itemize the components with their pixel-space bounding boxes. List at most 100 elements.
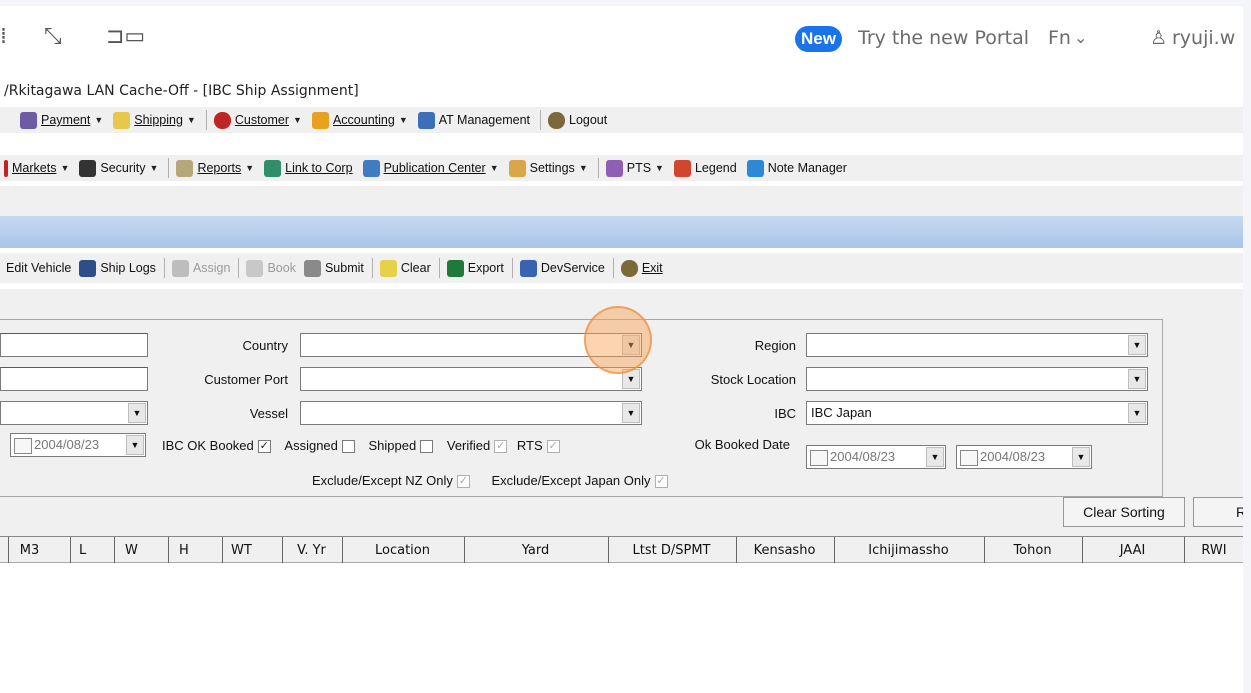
verified-checkbox[interactable]: ✓ bbox=[494, 440, 508, 454]
fn-menu-label[interactable]: Fn bbox=[1048, 25, 1071, 51]
column-header[interactable]: M3 bbox=[8, 537, 50, 564]
left-select[interactable]: ▼ bbox=[0, 401, 148, 425]
menu-reports[interactable]: Reports ▼ bbox=[176, 159, 254, 177]
menu-legend[interactable]: Legend bbox=[673, 159, 737, 177]
column-header[interactable]: Location bbox=[342, 537, 462, 564]
exclude-japan-checkbox[interactable]: ✓ bbox=[654, 475, 668, 489]
column-header[interactable]: JAAI bbox=[1082, 537, 1182, 564]
menu-at-management[interactable]: AT Management bbox=[417, 111, 530, 129]
chevron-down-icon[interactable]: ⌄ bbox=[1074, 25, 1087, 51]
assigned-checkbox[interactable] bbox=[341, 440, 355, 454]
menu-security[interactable]: Security ▼ bbox=[79, 159, 158, 177]
menu-payment[interactable]: Payment ▼ bbox=[20, 111, 103, 129]
column-header[interactable]: RWI bbox=[1184, 537, 1243, 564]
edit-vehicle-button[interactable]: Edit Vehicle bbox=[6, 261, 71, 275]
shipping-icon bbox=[113, 111, 131, 129]
logout-icon bbox=[548, 111, 565, 129]
column-header[interactable]: Kensasho bbox=[736, 537, 832, 564]
try-portal-link[interactable]: Try the new Portal bbox=[858, 25, 1029, 51]
text-field-1[interactable] bbox=[0, 333, 148, 357]
exclude-checkboxes: Exclude/Except NZ Only ✓ Exclude/Except J… bbox=[312, 473, 668, 489]
menu-accounting[interactable]: Accounting ▼ bbox=[311, 111, 408, 129]
column-header[interactable]: Tohon bbox=[984, 537, 1080, 564]
menu-label: Logout bbox=[569, 113, 608, 127]
vessel-select[interactable]: ▼ bbox=[300, 401, 642, 425]
grid-body[interactable] bbox=[0, 563, 1243, 693]
clear-button[interactable]: Clear bbox=[379, 259, 431, 277]
export-button[interactable]: Export bbox=[446, 259, 504, 277]
column-header[interactable]: V. Yr bbox=[282, 537, 340, 564]
assigned-label: Assigned bbox=[284, 438, 338, 453]
menu-label: Legend bbox=[694, 161, 737, 175]
menu-publication-center[interactable]: Publication Center ▼ bbox=[362, 159, 499, 177]
column-header[interactable]: H bbox=[168, 537, 220, 564]
expand-icon[interactable]: ⤡ bbox=[44, 24, 62, 50]
shipped-checkbox[interactable] bbox=[420, 440, 434, 454]
menu-customer[interactable]: Customer ▼ bbox=[213, 111, 302, 129]
ok-booked-date-to-value: 2004/08/23 bbox=[980, 449, 1046, 464]
exit-button[interactable]: Exit bbox=[620, 259, 663, 277]
date-checkbox[interactable] bbox=[810, 449, 828, 466]
ok-booked-date-from-picker[interactable]: 2004/08/23 ▼ bbox=[806, 445, 946, 469]
ship-logs-button[interactable]: Ship Logs bbox=[79, 259, 156, 277]
submit-button[interactable]: Submit bbox=[303, 259, 364, 277]
partial-icon: ⁞ bbox=[0, 24, 7, 49]
customer-port-select[interactable]: ▼ bbox=[300, 367, 642, 391]
chevron-down-icon[interactable]: ▼ bbox=[126, 435, 144, 455]
devservice-icon bbox=[519, 259, 537, 277]
column-header[interactable]: Ichijimassho bbox=[834, 537, 982, 564]
chevron-down-icon[interactable]: ▼ bbox=[926, 447, 944, 467]
menu-shipping[interactable]: Shipping ▼ bbox=[113, 111, 196, 129]
column-header[interactable]: Ltst D/SPMT bbox=[608, 537, 734, 564]
menu-markets[interactable]: Markets ▼ bbox=[4, 159, 69, 177]
menu-pts[interactable]: PTS ▼ bbox=[605, 159, 664, 177]
ibc-ok-booked-checkbox[interactable]: ✓ bbox=[257, 440, 271, 454]
ok-booked-date-to-picker[interactable]: 2004/08/23 ▼ bbox=[956, 445, 1092, 469]
ok-booked-date-from-value: 2004/08/23 bbox=[830, 449, 896, 464]
date-checkbox[interactable] bbox=[960, 449, 978, 466]
export-icon bbox=[446, 259, 464, 277]
chevron-down-icon[interactable]: ▼ bbox=[128, 403, 146, 423]
column-header[interactable]: W bbox=[114, 537, 166, 564]
user-name[interactable]: ryuji.w bbox=[1172, 25, 1235, 51]
grid-header: M3 L W H WT V. Yr Location Yard Ltst D/S… bbox=[0, 536, 1243, 564]
reports-icon bbox=[176, 159, 194, 177]
chevron-down-icon[interactable]: ▼ bbox=[1128, 335, 1146, 355]
menu-logout[interactable]: Logout bbox=[548, 111, 608, 129]
chevron-down-icon[interactable]: ▼ bbox=[622, 403, 640, 423]
text-field-2[interactable] bbox=[0, 367, 148, 391]
form-header-band bbox=[0, 216, 1243, 248]
r-button[interactable]: R bbox=[1193, 497, 1243, 527]
book-button[interactable]: Book bbox=[246, 259, 296, 277]
devservice-button[interactable]: DevService bbox=[519, 259, 605, 277]
assign-button[interactable]: Assign bbox=[171, 259, 230, 277]
menu-settings[interactable]: Settings ▼ bbox=[508, 159, 588, 177]
exclude-nz-checkbox[interactable]: ✓ bbox=[456, 475, 470, 489]
clear-sorting-button[interactable]: Clear Sorting bbox=[1063, 497, 1185, 527]
date-checkbox[interactable] bbox=[14, 437, 32, 454]
stock-location-select[interactable]: ▼ bbox=[806, 367, 1148, 391]
ibc-label: IBC bbox=[774, 406, 796, 421]
menu-label: Publication Center bbox=[383, 161, 486, 175]
button-label: Book bbox=[267, 261, 296, 275]
monitor-icon[interactable]: ⊐▭ bbox=[106, 24, 145, 50]
menu-link-to-corp[interactable]: Link to Corp bbox=[264, 159, 353, 177]
chevron-down-icon[interactable]: ▼ bbox=[1128, 403, 1146, 423]
user-icon[interactable]: ♙ bbox=[1150, 25, 1167, 51]
column-header[interactable]: WT bbox=[222, 537, 280, 564]
menubar-secondary: Markets ▼ Security ▼ Reports ▼ Link to Corp… bbox=[0, 155, 1243, 181]
region-select[interactable]: ▼ bbox=[806, 333, 1148, 357]
chevron-down-icon[interactable]: ▼ bbox=[1072, 447, 1090, 467]
column-header[interactable]: Yard bbox=[464, 537, 606, 564]
customer-port-label: Customer Port bbox=[204, 372, 288, 387]
ibc-select[interactable]: IBC Japan ▼ bbox=[806, 401, 1148, 425]
column-header[interactable]: L bbox=[70, 537, 112, 564]
rts-checkbox[interactable]: ✓ bbox=[546, 440, 560, 454]
assign-icon bbox=[171, 259, 189, 277]
chevron-down-icon[interactable]: ▼ bbox=[1128, 369, 1146, 389]
menu-note-manager[interactable]: Note Manager bbox=[746, 159, 847, 177]
date-left-picker[interactable]: 2004/08/23 ▼ bbox=[10, 433, 146, 457]
new-badge[interactable]: New bbox=[795, 26, 842, 52]
status-checkboxes: IBC OK Booked ✓ Assigned Shipped Verified… bbox=[162, 438, 560, 454]
menu-label: Markets bbox=[12, 161, 57, 175]
